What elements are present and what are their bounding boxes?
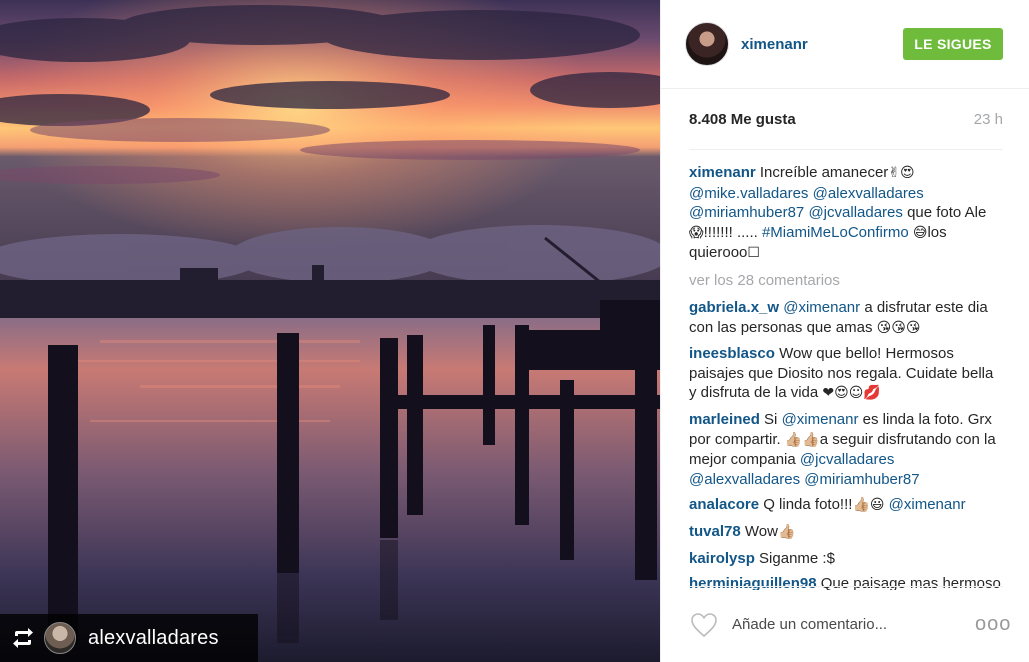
add-comment-input[interactable] <box>732 610 975 639</box>
caption-text: !!!!!!! ..... <box>703 223 758 241</box>
author-avatar[interactable] <box>685 22 729 66</box>
comment: tuval78 Wow👍🏼 <box>689 522 1003 543</box>
sunset-photo-image <box>0 0 660 662</box>
thumbs-up-emoji: 👍🏼 <box>777 523 796 540</box>
thumbs-up-smile-emoji: 👍🏼😃 <box>852 497 885 514</box>
comment-username[interactable]: analacore <box>689 496 759 513</box>
comment-bar: ooo <box>689 586 1010 662</box>
heart-emoji: ❤😍☺💋 <box>822 385 881 402</box>
comment: kairolysp Siganme :$ <box>689 549 1003 569</box>
comment-text: Wow <box>744 522 778 540</box>
post-info-panel: ximenanr LE SIGUES 8.408 Me gusta 23 h x… <box>660 0 1029 662</box>
mention-link[interactable]: @alexvalladares <box>813 185 924 202</box>
peace-heart-eyes-emoji: ✌😍 <box>888 165 915 181</box>
repost-icon <box>10 625 36 651</box>
author-username[interactable]: ximenanr <box>741 36 903 53</box>
comment: ineesblasco Wow que bello! Hermosos pais… <box>689 344 1003 404</box>
repost-attribution-bar[interactable]: alexvalladares <box>0 614 258 662</box>
kiss-emoji: 😘😘😘 <box>876 319 921 336</box>
grin-sweat-emoji: 😅 <box>912 224 928 241</box>
comment: analacore Q linda foto!!!👍🏼😃 @ximenanr <box>689 495 1003 516</box>
likes-count[interactable]: 8.408 Me gusta <box>689 111 796 128</box>
repost-user-avatar[interactable] <box>44 622 76 654</box>
mention-link[interactable]: @mike.valladares <box>689 185 808 202</box>
instagram-post-modal: alexvalladares ximenanr LE SIGUES 8.408 … <box>0 0 1029 662</box>
post-header: ximenanr LE SIGUES <box>661 0 1029 89</box>
caption-text: que foto Ale <box>907 204 987 222</box>
thumbs-up-emoji: 👍🏼👍🏼 <box>784 431 820 448</box>
comment-username[interactable]: gabriela.x_w <box>689 299 779 316</box>
post-meta: 8.408 Me gusta 23 h <box>661 89 1029 149</box>
view-all-comments-link[interactable]: ver los 28 comentarios <box>689 271 1003 290</box>
hashtag-link[interactable]: #MiamiMeLoConfirmo <box>762 224 909 241</box>
comment: marleined Si @ximenanr es linda la foto.… <box>689 410 1003 489</box>
mention-link[interactable]: @ximenanr <box>782 411 859 428</box>
caption-username[interactable]: ximenanr <box>689 164 756 181</box>
mention-link[interactable]: @miriamhuber87 <box>804 471 919 488</box>
mention-link[interactable]: @ximenanr <box>783 299 860 316</box>
post-photo[interactable]: alexvalladares <box>0 0 660 662</box>
comment-text: Q linda foto!!! <box>763 496 853 514</box>
comment-username[interactable]: ineesblasco <box>689 345 775 362</box>
more-options-icon[interactable]: ooo <box>975 613 1010 636</box>
comment-username[interactable]: kairolysp <box>689 550 755 567</box>
repost-username[interactable]: alexvalladares <box>88 627 219 650</box>
comment-username[interactable]: marleined <box>689 411 760 428</box>
mention-link[interactable]: @miriamhuber87 <box>689 204 804 221</box>
comment: gabriela.x_w @ximenanr a disfrutar este … <box>689 298 1003 338</box>
post-time[interactable]: 23 h <box>974 111 1003 128</box>
missing-glyph-icon: ☐ <box>747 245 760 262</box>
mention-link[interactable]: @alexvalladares <box>689 471 800 488</box>
comment-username[interactable]: tuval78 <box>689 523 741 540</box>
like-heart-icon[interactable] <box>689 611 719 639</box>
comment-text: Si <box>764 410 778 428</box>
mention-link[interactable]: @jcvalladares <box>800 451 894 468</box>
caption: ximenanr Increíble amanecer✌😍 @mike.vall… <box>689 163 1003 264</box>
mention-link[interactable]: @jcvalladares <box>808 204 902 221</box>
following-button[interactable]: LE SIGUES <box>903 28 1003 60</box>
scream-emoji: 😱 <box>689 224 704 241</box>
caption-text: Increíble amanecer <box>759 164 889 181</box>
mention-link[interactable]: @ximenanr <box>889 496 966 513</box>
comments-list: ximenanr Increíble amanecer✌😍 @mike.vall… <box>661 150 1029 590</box>
comment-text: Siganme :$ <box>759 549 835 567</box>
